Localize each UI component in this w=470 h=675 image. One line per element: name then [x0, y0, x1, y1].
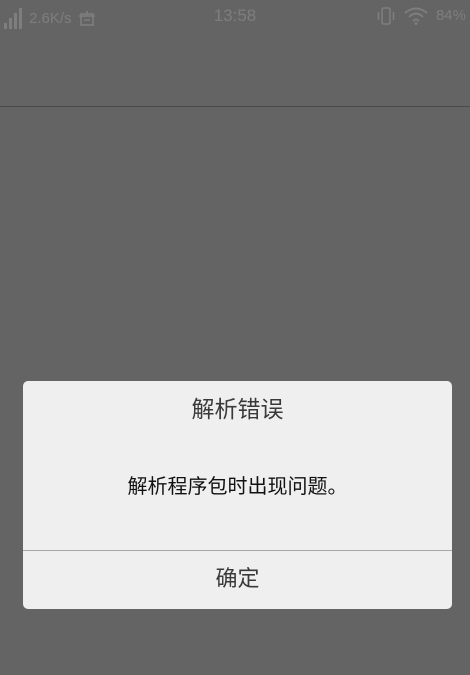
dialog-title: 解析错误: [191, 397, 284, 423]
ok-button[interactable]: 确定: [23, 551, 452, 609]
parse-error-dialog: 解析错误 解析程序包时出现问题。 确定: [23, 381, 452, 609]
status-right: 84%: [376, 5, 466, 27]
wifi-icon: [404, 7, 428, 25]
vibrate-icon: [377, 7, 395, 25]
dialog-message: 解析程序包时出现问题。: [127, 474, 348, 498]
battery-level: 84%: [435, 7, 466, 24]
status-bar: 2.6K/s 13:58 84%: [0, 0, 470, 32]
app-header-area: [0, 32, 470, 107]
